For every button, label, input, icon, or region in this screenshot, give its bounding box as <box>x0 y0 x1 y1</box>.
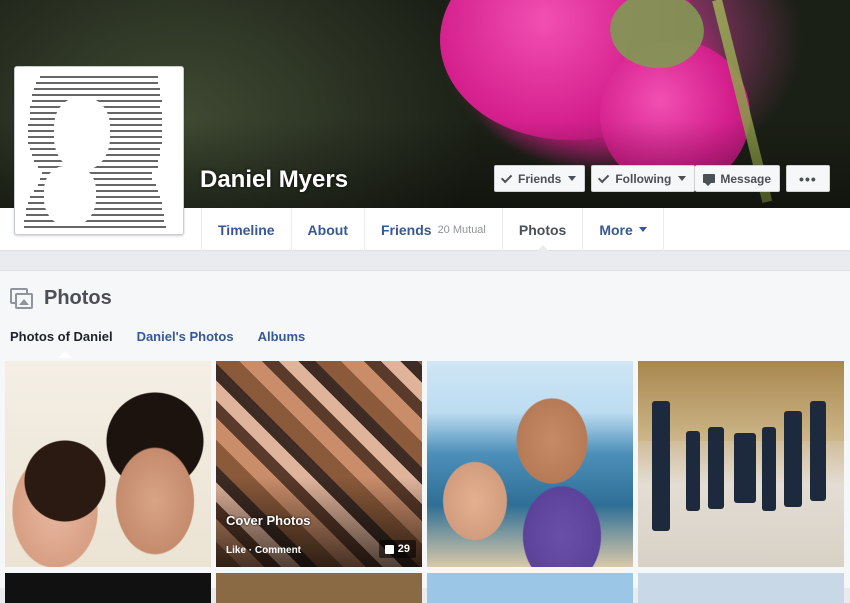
photos-title: Photos <box>44 287 112 309</box>
like-count-value: 29 <box>397 543 410 555</box>
tab-photos-of-daniel[interactable]: Photos of Daniel <box>10 329 113 344</box>
tab-about[interactable]: About <box>290 208 364 251</box>
mutual-friends-count: 20 Mutual <box>437 223 486 236</box>
message-icon <box>703 174 716 186</box>
profile-name[interactable]: Daniel Myers <box>200 166 348 194</box>
tab-daniels-photos[interactable]: Daniel's Photos <box>137 329 234 344</box>
silhouette-body <box>44 166 96 226</box>
photo-thumbnail[interactable] <box>5 573 211 603</box>
tab-albums[interactable]: Albums <box>258 329 306 344</box>
tab-photos-label: Photos <box>518 221 567 238</box>
photo-thumbnail[interactable] <box>5 361 211 567</box>
cover-photos-album[interactable]: Cover Photos Like · Comment 29 <box>216 361 422 567</box>
more-options-button[interactable]: ••• <box>786 165 830 192</box>
chevron-down-icon <box>678 176 687 181</box>
profile-actions: Friends Following Message ••• <box>494 165 830 192</box>
tab-timeline-label: Timeline <box>218 221 275 238</box>
photos-icon <box>10 287 34 310</box>
following-button-label: Following <box>615 171 672 186</box>
person-figure <box>734 433 756 503</box>
friends-button-label: Friends <box>518 171 562 186</box>
photos-subtabs: Photos of Daniel Daniel's Photos Albums <box>10 329 305 344</box>
chevron-down-icon <box>638 227 647 232</box>
person-figure <box>762 427 776 511</box>
like-comment-links[interactable]: Like · Comment <box>226 545 301 556</box>
like-count: 29 <box>378 540 416 558</box>
chevron-down-icon <box>568 176 577 181</box>
photo-thumbnail[interactable] <box>427 573 633 603</box>
like-icon <box>384 544 394 554</box>
following-button[interactable]: Following <box>591 165 696 192</box>
tab-timeline[interactable]: Timeline <box>201 208 291 251</box>
check-icon <box>500 171 513 183</box>
tab-more-label: More <box>599 221 633 238</box>
photo-thumbnail[interactable] <box>216 573 422 603</box>
person-figure <box>810 401 826 501</box>
silhouette-face <box>54 98 110 170</box>
photos-section: Photos Photos of Daniel Daniel's Photos … <box>0 270 850 603</box>
person-figure <box>652 401 670 531</box>
tab-friends[interactable]: Friends 20 Mutual <box>363 208 502 251</box>
profile-picture[interactable] <box>14 66 184 235</box>
tab-friends-label: Friends <box>380 221 432 238</box>
follow-message-group: Following Message <box>591 165 781 192</box>
photo-thumbnail[interactable] <box>638 573 844 603</box>
tab-more[interactable]: More <box>582 208 664 251</box>
check-icon <box>598 171 610 183</box>
album-title[interactable]: Cover Photos <box>226 513 311 528</box>
message-button-label: Message <box>720 171 772 186</box>
tab-about-label: About <box>307 221 348 238</box>
photo-thumbnail[interactable] <box>427 361 633 567</box>
person-figure <box>686 431 700 511</box>
tab-photos[interactable]: Photos <box>501 208 582 252</box>
photo-thumbnail[interactable] <box>638 361 844 567</box>
photo-grid: Cover Photos Like · Comment 29 <box>5 361 845 603</box>
person-figure <box>784 411 802 507</box>
message-button[interactable]: Message <box>695 165 781 192</box>
photos-header: Photos <box>10 287 112 310</box>
friends-button[interactable]: Friends <box>494 165 586 192</box>
profile-picture-image <box>18 70 180 231</box>
person-figure <box>708 427 724 509</box>
active-subtab-indicator <box>58 351 72 358</box>
